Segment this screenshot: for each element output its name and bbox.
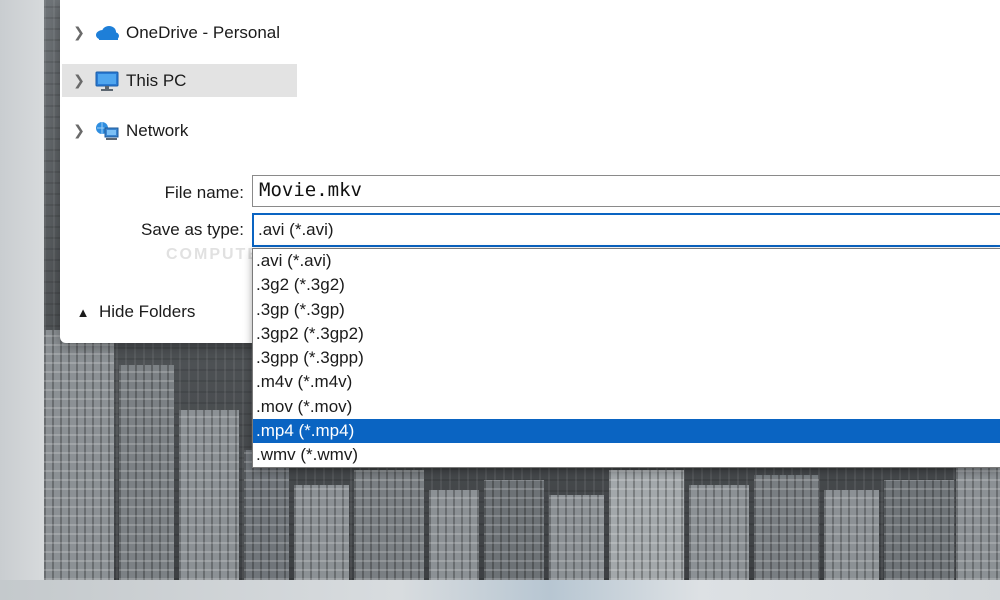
wallpaper-building [294,485,349,580]
chevron-right-icon[interactable]: ❯ [64,122,94,139]
nav-item-label: Network [126,120,189,140]
save-as-type-select[interactable]: .avi (*.avi) [252,213,1000,247]
nav-item-this-pc[interactable]: ❯ This PC [62,64,297,97]
save-as-type-label: Save as type: [140,220,244,239]
wallpaper-building [824,490,879,580]
wallpaper-building [429,490,479,580]
file-type-dropdown-list[interactable]: .avi (*.avi) .3g2 (*.3g2) .3gp (*.3gp) .… [252,248,1000,468]
network-icon [94,120,120,142]
desktop-frame-bottom [0,580,1000,600]
wallpaper-building [549,495,604,580]
dropdown-option-3gp2[interactable]: .3gp2 (*.3gp2) [253,322,1000,346]
dropdown-option-3gpp[interactable]: .3gpp (*.3gpp) [253,346,1000,370]
hide-folders-button[interactable]: ▲ Hide Folders [70,296,240,328]
dropdown-option-mp4[interactable]: .mp4 (*.mp4) [253,419,1000,444]
chevron-right-icon[interactable]: ❯ [64,24,94,41]
dropdown-option-m4v[interactable]: .m4v (*.m4v) [253,370,1000,394]
dropdown-option-3g2[interactable]: .3g2 (*.3g2) [253,273,1000,297]
chevron-up-icon: ▲ [76,304,90,320]
wallpaper-building [884,480,954,580]
chevron-right-icon[interactable]: ❯ [64,72,94,89]
wallpaper-building [754,475,819,580]
wallpaper-building [179,410,239,580]
monitor-icon [94,70,120,92]
nav-item-label: This PC [126,70,187,90]
dropdown-option-3gp[interactable]: .3gp (*.3gp) [253,298,1000,322]
wallpaper-building [956,465,1000,580]
hide-folders-label: Hide Folders [99,302,196,321]
nav-item-network[interactable]: ❯ Network [62,114,297,147]
nav-item-onedrive[interactable]: ❯ OneDrive - Personal [62,16,297,49]
dropdown-option-wmv[interactable]: .wmv (*.wmv) [253,443,1000,467]
dropdown-option-avi[interactable]: .avi (*.avi) [253,249,1000,273]
wallpaper-building [484,480,544,580]
dropdown-option-mov[interactable]: .mov (*.mov) [253,395,1000,419]
cloud-icon [94,22,120,44]
wallpaper-building [354,470,424,580]
nav-item-label: OneDrive - Personal [126,22,281,42]
wallpaper-building [689,485,749,580]
wallpaper-building [44,330,114,580]
wallpaper-building [609,470,684,580]
wallpaper-building [244,450,289,580]
file-name-input[interactable]: Movie.mkv [252,175,1000,207]
wallpaper-building [119,365,174,580]
file-name-label: File name: [164,183,244,202]
desktop-frame-left [0,0,44,600]
